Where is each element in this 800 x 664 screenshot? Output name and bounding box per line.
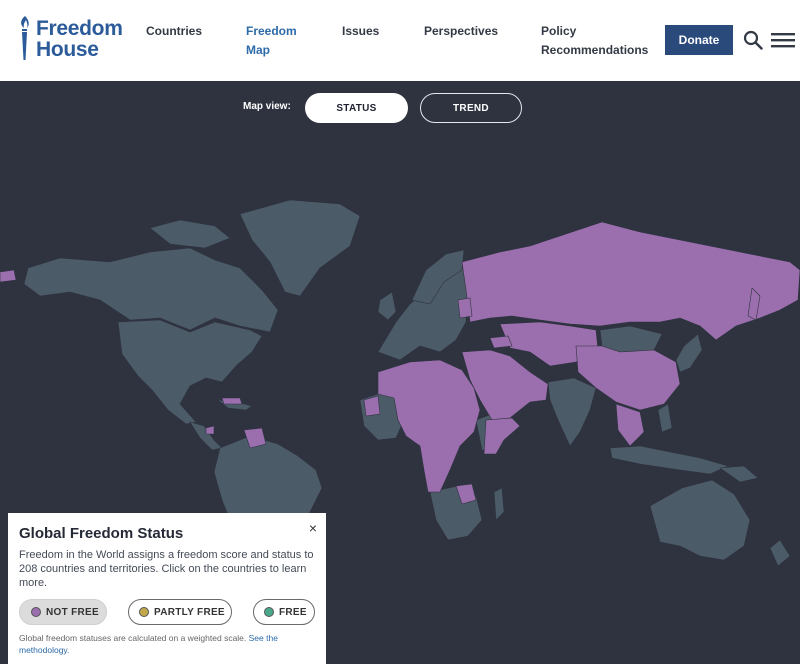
nav-freedom-map-line1: Freedom xyxy=(246,24,297,38)
new-zealand xyxy=(769,539,791,567)
nav-countries-label: Countries xyxy=(146,24,203,38)
logo-line2: House xyxy=(36,38,99,61)
nicaragua xyxy=(205,425,215,435)
australia xyxy=(649,479,751,561)
partly-free-dot-icon xyxy=(139,607,149,617)
hamburger-menu-icon[interactable] xyxy=(771,32,795,48)
site-header: Freedom House Countries Freedom Map Issu… xyxy=(0,0,800,81)
southeast-asia-islands xyxy=(609,445,729,475)
logo-text: Freedom House xyxy=(36,14,123,64)
nav-perspectives-label: Perspectives xyxy=(424,24,499,38)
north-america-north xyxy=(23,247,279,333)
nav-policy-line1: Policy xyxy=(541,24,577,38)
nav-policy-line2: Recommendations xyxy=(541,43,649,57)
mongolia xyxy=(599,325,663,353)
legend-footnote: Global freedom statuses are calculated o… xyxy=(19,632,309,656)
nav-issues[interactable]: Issues xyxy=(342,22,379,41)
trend-toggle-button[interactable]: TREND xyxy=(420,93,522,123)
legend-title: Global Freedom Status xyxy=(19,525,184,542)
belarus xyxy=(457,297,473,319)
free-dot-icon xyxy=(264,607,274,617)
nav-policy-recommendations[interactable]: Policy Recommendations xyxy=(541,22,648,60)
logo-line1: Freedom xyxy=(36,17,123,40)
torch-icon xyxy=(21,16,29,60)
global-freedom-status-panel: × Global Freedom Status Freedom in the W… xyxy=(8,513,326,664)
uk-ireland xyxy=(377,291,397,321)
arctic-islands xyxy=(149,219,231,249)
chukotka-edge xyxy=(0,269,17,283)
philippines xyxy=(657,403,673,433)
southeast-asia xyxy=(615,403,645,447)
close-icon[interactable]: × xyxy=(306,521,320,535)
freedom-house-logo[interactable]: Freedom House xyxy=(16,14,126,64)
greenland xyxy=(239,199,361,297)
legend-description: Freedom in the World assigns a freedom s… xyxy=(19,549,314,589)
search-icon[interactable] xyxy=(743,30,763,50)
status-toggle-button[interactable]: STATUS xyxy=(305,93,408,123)
madagascar xyxy=(493,487,505,521)
nav-countries[interactable]: Countries xyxy=(146,22,202,41)
horn-of-africa xyxy=(483,417,521,455)
caucasus xyxy=(489,335,513,349)
donate-button[interactable]: Donate xyxy=(665,25,733,55)
free-label: FREE xyxy=(279,606,307,618)
footnote-text: Global freedom statuses are calculated o… xyxy=(19,633,249,643)
png xyxy=(719,465,759,483)
india xyxy=(547,377,597,447)
free-filter-button[interactable]: FREE xyxy=(253,599,315,625)
russia xyxy=(461,221,800,341)
not-free-filter-button[interactable]: NOT FREE xyxy=(19,599,107,625)
not-free-dot-icon xyxy=(31,607,41,617)
not-free-label: NOT FREE xyxy=(46,606,99,618)
nav-issues-label: Issues xyxy=(342,24,380,38)
japan-korea xyxy=(675,333,703,373)
map-view-label: Map view: xyxy=(243,101,291,112)
nav-freedom-map-line2: Map xyxy=(246,43,270,57)
partly-free-label: PARTLY FREE xyxy=(154,606,225,618)
cuba xyxy=(221,397,243,405)
nav-freedom-map[interactable]: Freedom Map xyxy=(246,22,297,60)
central-america xyxy=(189,421,223,451)
partly-free-filter-button[interactable]: PARTLY FREE xyxy=(128,599,232,625)
nav-perspectives[interactable]: Perspectives xyxy=(424,22,498,41)
